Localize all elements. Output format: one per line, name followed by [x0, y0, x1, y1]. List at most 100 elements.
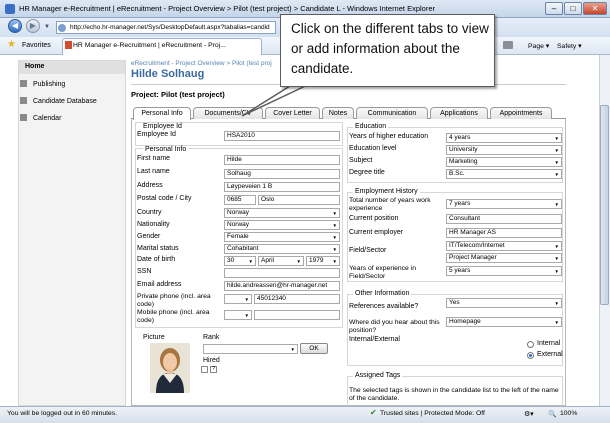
country-select[interactable]: Norway	[224, 208, 340, 218]
years-field-select[interactable]: 5 years	[446, 266, 562, 276]
nav-dropdown-icon[interactable]: ▼	[44, 24, 50, 30]
zoom-level[interactable]: 100%	[560, 410, 577, 417]
database-icon	[20, 97, 27, 104]
safety-menu[interactable]: Safety ▾	[557, 42, 582, 50]
status-text: You will be logged out in 60 minutes.	[7, 410, 118, 417]
favorites-button[interactable]: Favorites	[22, 42, 51, 49]
favorites-star-icon[interactable]: ★	[7, 40, 16, 50]
rank-label: Rank	[203, 334, 220, 341]
heard-about-label: Where did you hear about this position?	[349, 319, 440, 334]
sidebar-item-calendar[interactable]: Calendar	[20, 114, 61, 122]
references-select[interactable]: Yes	[446, 298, 562, 308]
city-input[interactable]: Oslo	[258, 195, 340, 205]
ssn-label: SSN	[137, 268, 152, 275]
dob-month-select[interactable]: April	[258, 256, 304, 266]
degree-title-select[interactable]: B.Sc.	[446, 169, 562, 179]
help-icon[interactable]: ?	[210, 366, 217, 373]
page-menu[interactable]: Page ▾	[528, 42, 549, 50]
subject-label: Subject	[349, 157, 373, 164]
maximize-button[interactable]: □	[564, 2, 582, 15]
employee-id-input[interactable]: HSA2010	[224, 131, 340, 141]
page-icon	[58, 24, 66, 32]
first-name-input[interactable]: Hilde	[224, 155, 340, 165]
current-position-label: Current position	[349, 215, 399, 222]
project-title: Project: Pilot (test project)	[131, 90, 225, 99]
print-icon[interactable]	[503, 41, 513, 49]
nationality-label: Nationality	[137, 221, 170, 228]
address-input[interactable]: Løypeveien 1 B	[224, 182, 340, 192]
years-field-label: Years of experience in Field/Sector	[349, 265, 417, 280]
tab-applications[interactable]: Applications	[430, 107, 488, 119]
email-input[interactable]: hilde.andreassen@hr-manager.net	[224, 281, 340, 291]
field-role-select[interactable]: Project Manager	[446, 253, 562, 263]
address-input[interactable]: http://echo.hr-manager.net/Sys/DesktopDe…	[56, 21, 276, 34]
dob-day-select[interactable]: 30	[224, 256, 256, 266]
ie-icon	[5, 4, 15, 14]
forward-button[interactable]: ▶	[26, 19, 40, 33]
sidebar-item-publishing[interactable]: Publishing	[20, 80, 65, 88]
tab-communication[interactable]: Communication	[356, 107, 428, 119]
ok-button[interactable]: OK	[300, 343, 328, 354]
degree-title-label: Degree title	[349, 169, 385, 176]
browser-tab-title: HR Manager e-Recruitment | eRecruitment …	[73, 42, 226, 49]
minimize-button[interactable]: –	[545, 2, 563, 15]
private-phone-label: Private phone (incl. area code)	[137, 293, 211, 308]
mobile-phone-country-select[interactable]	[224, 310, 252, 320]
dob-year-select[interactable]: 1979	[306, 256, 340, 266]
calendar-icon	[20, 114, 27, 121]
tab-notes[interactable]: Notes	[322, 107, 354, 119]
tab-appointments[interactable]: Appointments	[490, 107, 552, 119]
zoom-icon[interactable]: 🔍	[548, 410, 556, 418]
years-education-label: Years of higher education	[349, 133, 429, 140]
ssn-input[interactable]	[224, 268, 340, 278]
sidebar-item-label: Calendar	[33, 115, 62, 122]
heard-about-select[interactable]: Homepage	[446, 317, 562, 327]
protected-mode-icon[interactable]: ⚙▾	[524, 410, 534, 418]
candidate-name: Hilde Solhaug	[131, 68, 205, 80]
first-name-label: First name	[137, 155, 171, 162]
subject-select[interactable]: Marketing	[446, 157, 562, 167]
candidate-photo-image	[150, 343, 190, 393]
mobile-phone-label: Mobile phone (incl. area code)	[137, 309, 210, 324]
sidebar-item-candidate-database[interactable]: Candidate Database	[20, 97, 97, 105]
gender-select[interactable]: Female	[224, 232, 340, 242]
employment-section-title: Employment History	[353, 188, 420, 195]
close-button[interactable]: ✕	[583, 2, 607, 15]
employee-id-label: Employee Id	[137, 131, 176, 138]
last-name-label: Last name	[137, 168, 170, 175]
breadcrumb[interactable]: eRecruitment - Project Overview > Pilot …	[131, 60, 272, 67]
current-employer-input[interactable]: HR Manager AS	[446, 228, 562, 238]
hired-checkbox[interactable]	[201, 366, 208, 373]
rank-select[interactable]	[203, 344, 298, 354]
candidate-photo	[150, 343, 190, 393]
trusted-check-icon: ✔	[370, 408, 377, 417]
external-radio[interactable]	[527, 352, 534, 359]
total-years-label: Total number of years work experience	[349, 197, 431, 212]
current-position-input[interactable]: Consultant	[446, 214, 562, 224]
external-radio-label: External	[537, 351, 563, 358]
callout-text: Click on the different tabs to view or a…	[291, 21, 489, 76]
assigned-tags-section-title: Assigned Tags	[353, 372, 403, 379]
education-level-select[interactable]: University	[446, 145, 562, 155]
sidebar-item-label: Candidate Database	[33, 98, 97, 105]
total-years-select[interactable]: 7 years	[446, 199, 562, 209]
last-name-input[interactable]: Solhaug	[224, 169, 340, 179]
security-zone[interactable]: Trusted sites | Protected Mode: Off	[380, 410, 485, 417]
nationality-select[interactable]: Norway	[224, 220, 340, 230]
back-button[interactable]: ◀	[8, 19, 22, 33]
field-sector-select[interactable]: IT/Telecom/Internet	[446, 241, 562, 251]
personal-info-section-title: Personal Info	[143, 146, 189, 153]
education-level-label: Education level	[349, 145, 397, 152]
private-phone-country-select[interactable]	[224, 294, 252, 304]
scrollbar-thumb[interactable]	[600, 105, 609, 305]
private-phone-input[interactable]: 45012340	[254, 294, 340, 304]
current-employer-label: Current employer	[349, 229, 404, 236]
gender-label: Gender	[137, 233, 161, 240]
sidebar-item-home[interactable]: Home	[19, 61, 125, 74]
internal-radio[interactable]	[527, 341, 534, 348]
years-education-select[interactable]: 4 years	[446, 133, 562, 143]
postal-code-input[interactable]: 0685	[224, 195, 256, 205]
marital-status-select[interactable]: Cohabitant	[224, 244, 340, 254]
mobile-phone-input[interactable]	[254, 310, 340, 320]
country-label: Country	[137, 209, 162, 216]
